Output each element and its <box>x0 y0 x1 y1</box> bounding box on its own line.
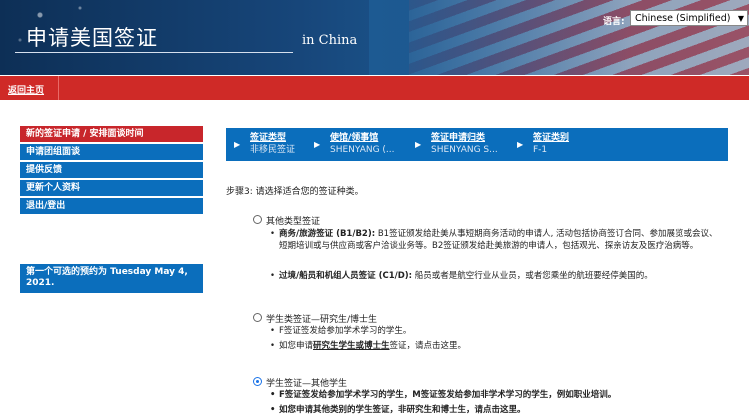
radio-other-student[interactable] <box>253 377 262 386</box>
breadcrumb: ▶ 签证类型 非移民签证 ▶ 使馆/领事馆 SHENYANG (... ▶ 签证… <box>226 128 728 161</box>
radio-graduate-student[interactable] <box>253 313 262 322</box>
visa-type-name: 过境/船员和机组人员签证 (C1/D): <box>279 271 413 281</box>
chevron-right-icon: ▶ <box>517 140 524 149</box>
breadcrumb-label: 签证申请归类 <box>431 133 486 143</box>
breadcrumb-value: SHENYANG S... <box>431 145 498 155</box>
list-item: • F签证签发给参加学术学习的学生。 <box>270 325 719 337</box>
bullet-icon: • <box>270 271 276 281</box>
language-label: 语言: <box>603 17 625 27</box>
chevron-right-icon: ▶ <box>234 140 241 149</box>
list-item: • F签证签发给参加学术学习的学生，M签证签发给参加非学术学习的学生，例如职业培… <box>270 389 719 401</box>
chevron-right-icon: ▶ <box>314 140 321 149</box>
sidebar: 新的签证申请 / 安排面谈时间 申请团组面谈 提供反馈 更新个人资料 退出/登出 <box>20 126 203 216</box>
breadcrumb-label: 使馆/领事馆 <box>330 133 379 143</box>
breadcrumb-visa-type[interactable]: 签证类型 非移民签证 <box>250 132 295 156</box>
breadcrumb-visa-class[interactable]: 签证类别 F-1 <box>533 132 569 156</box>
breadcrumb-category[interactable]: 签证申请归类 SHENYANG S... <box>431 132 498 156</box>
breadcrumb-value: SHENYANG (... <box>330 145 395 155</box>
list-item: • 如您申请其他类别的学生签证，非研究生和博士生，请点击这里。 <box>270 404 719 416</box>
visa-type-name: 商务/旅游签证 (B1/B2): <box>279 229 376 239</box>
bullet-icon: • <box>270 229 276 239</box>
breadcrumb-value: F-1 <box>533 145 548 155</box>
breadcrumb-consulate[interactable]: 使馆/领事馆 SHENYANG (... <box>330 132 395 156</box>
title-underline <box>15 52 293 53</box>
list-item: • 过境/船员和机组人员签证 (C1/D): 船员或者是航空行业从业员，或者您乘… <box>270 270 719 282</box>
radio-other-visa[interactable] <box>253 215 262 224</box>
chevron-right-icon: ▶ <box>415 140 422 149</box>
language-select-value: Chinese (Simplified) <box>635 13 731 24</box>
visa-type-description: 船员或者是航空行业从业员，或者您乘坐的航班要经停美国的。 <box>412 271 653 281</box>
sidebar-item-logout[interactable]: 退出/登出 <box>20 198 203 214</box>
breadcrumb-label: 签证类型 <box>250 133 287 143</box>
top-nav-bar: 返回主页 <box>0 76 749 100</box>
bullet-icon: • <box>270 341 276 351</box>
sidebar-item-group-interview[interactable]: 申请团组面谈 <box>20 144 203 160</box>
sidebar-item-new-application[interactable]: 新的签证申请 / 安排面谈时间 <box>20 126 203 142</box>
option-title: 学生签证—其他学生 <box>266 379 348 389</box>
breadcrumb-value: 非移民签证 <box>250 145 296 155</box>
sidebar-item-feedback[interactable]: 提供反馈 <box>20 162 203 178</box>
breadcrumb-label: 签证类别 <box>533 133 570 143</box>
sidebar-item-update-profile[interactable]: 更新个人资料 <box>20 180 203 196</box>
bullet-icon: • <box>270 390 276 400</box>
banner-fade <box>369 0 629 75</box>
home-link[interactable]: 返回主页 <box>8 83 44 96</box>
header-banner: 申请美国签证 in China 语言: Chinese (Simplified)… <box>0 0 749 75</box>
chevron-down-icon: ▼ <box>737 14 744 23</box>
bullet-text: 签证，请点击这里。 <box>389 341 467 351</box>
graduate-student-link[interactable]: 研究生学生或博士生 <box>313 341 390 351</box>
appointment-notice: 第一个可选的预约为 Tuesday May 4, 2021. <box>20 264 203 293</box>
option-title: 其他类型签证 <box>266 217 321 227</box>
bullet-icon: • <box>270 405 276 415</box>
bullet-icon: • <box>270 326 276 336</box>
list-item: • 如您申请研究生学生或博士生签证，请点击这里。 <box>270 340 719 352</box>
option-title: 学生类签证—研究生/博士生 <box>266 315 378 325</box>
nav-divider <box>58 76 59 100</box>
bullet-text: F签证签发给参加学术学习的学生。 <box>279 326 412 336</box>
bullet-text: F签证签发给参加学术学习的学生，M签证签发给参加非学术学习的学生，例如职业培训。 <box>279 390 617 400</box>
bullet-text: 如您申请其他类别的学生签证，非研究生和博士生，请点击这里。 <box>279 405 526 415</box>
step-instruction: 步骤3: 请选择适合您的签证种类。 <box>226 187 364 197</box>
page-title: 申请美国签证 <box>26 26 158 50</box>
list-item: • 商务/旅游签证 (B1/B2): B1签证颁发给赴美从事短期商务活动的申请人… <box>270 228 719 252</box>
page-subtitle: in China <box>302 33 358 48</box>
language-select[interactable]: Chinese (Simplified) ▼ <box>630 10 748 26</box>
bullet-text: 如您申请 <box>279 341 314 351</box>
